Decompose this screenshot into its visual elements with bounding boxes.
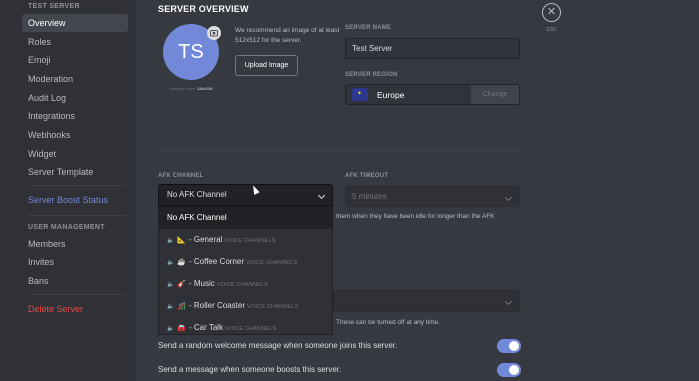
afk-timeout-label: AFK TIMEOUT bbox=[345, 173, 389, 179]
sidebar-item-widget[interactable]: Widget bbox=[22, 145, 128, 163]
afk-timeout-value: 5 minutes bbox=[352, 192, 387, 201]
boost-message-setting: Send a message when someone boosts this … bbox=[158, 365, 342, 374]
sidebar-item-delete-server[interactable]: Delete Server bbox=[22, 300, 128, 318]
region-value: Europe bbox=[377, 90, 405, 100]
section-divider bbox=[158, 150, 520, 151]
channel-emoji: 🎸 bbox=[177, 281, 186, 288]
change-region-button[interactable]: Change bbox=[471, 85, 519, 104]
sidebar-item-roles[interactable]: Roles bbox=[22, 33, 128, 51]
channel-emoji: ☕ bbox=[177, 259, 186, 266]
sidebar-item-audit-log[interactable]: Audit Log bbox=[22, 89, 128, 107]
speaker-icon: 🔈 bbox=[167, 238, 175, 244]
afk-channel-selected: No AFK Channel bbox=[167, 190, 227, 199]
channel-emoji: 🎢 bbox=[177, 303, 186, 310]
option-label: - General bbox=[189, 235, 223, 244]
notification-select[interactable] bbox=[333, 290, 520, 312]
user-management-header: USER MANAGEMENT bbox=[28, 224, 105, 231]
option-label: - Coffee Corner bbox=[189, 257, 244, 266]
server-region-label: SERVER REGION bbox=[345, 72, 398, 78]
option-label: - Car Talk bbox=[189, 323, 224, 332]
sidebar-divider bbox=[28, 185, 126, 186]
settings-sidebar: TEST SERVER Overview Roles Emoji Moderat… bbox=[0, 0, 136, 381]
option-category: VOICE CHANNELS bbox=[224, 238, 276, 244]
sidebar-item-bans[interactable]: Bans bbox=[22, 272, 128, 290]
toggle-knob bbox=[509, 365, 519, 375]
sidebar-item-overview[interactable]: Overview bbox=[22, 14, 128, 32]
sidebar-divider bbox=[28, 215, 126, 216]
speaker-icon: 🔈 bbox=[167, 260, 175, 266]
sidebar-item-invites[interactable]: Invites bbox=[22, 253, 128, 271]
afk-channel-dropdown: No AFK Channel 🔈 📐 - General VOICE CHANNELS… bbox=[158, 206, 333, 335]
notification-hint: These can be turned off at any time. bbox=[336, 319, 440, 326]
speaker-icon: 🔈 bbox=[167, 282, 175, 288]
sidebar-item-emoji[interactable]: Emoji bbox=[22, 51, 128, 69]
min-size-note: Minimum Size: 128x128 bbox=[169, 86, 213, 91]
page-title: SERVER OVERVIEW bbox=[158, 4, 249, 14]
dropdown-option[interactable]: 🔈 🎸 - Music VOICE CHANNELS bbox=[159, 273, 332, 295]
esc-label: ESC bbox=[546, 27, 557, 33]
sidebar-item-members[interactable]: Members bbox=[22, 235, 128, 253]
option-label: No AFK Channel bbox=[167, 213, 227, 222]
sidebar-item-webhooks[interactable]: Webhooks bbox=[22, 126, 128, 144]
server-name-label: SERVER NAME bbox=[345, 25, 392, 31]
eu-flag-icon: ✦ bbox=[352, 88, 368, 101]
sidebar-item-server-template[interactable]: Server Template bbox=[22, 163, 128, 181]
dropdown-option[interactable]: 🔈 📐 - General VOICE CHANNELS bbox=[159, 229, 332, 251]
server-name-header: TEST SERVER bbox=[28, 3, 80, 10]
sidebar-divider bbox=[28, 294, 126, 295]
dropdown-option[interactable]: 🔈 ☕ - Coffee Corner VOICE CHANNELS bbox=[159, 251, 332, 273]
option-category: VOICE CHANNELS bbox=[216, 282, 269, 288]
option-category: VOICE CHANNELS bbox=[246, 260, 298, 266]
option-label: - Roller Coaster bbox=[189, 301, 246, 310]
sidebar-item-boost-status[interactable]: Server Boost Status bbox=[22, 191, 128, 209]
afk-channel-select[interactable]: No AFK Channel bbox=[158, 184, 333, 206]
server-region-field: ✦ Europe Change bbox=[345, 84, 520, 105]
afk-description: them when they have been idle for longer… bbox=[336, 213, 495, 220]
afk-channel-label: AFK CHANNEL bbox=[158, 173, 204, 179]
dropdown-option[interactable]: 🔈 🚘 - Car Talk VOICE CHANNELS bbox=[159, 317, 332, 334]
sidebar-item-moderation[interactable]: Moderation bbox=[22, 70, 128, 88]
dropdown-option[interactable]: No AFK Channel bbox=[159, 207, 332, 229]
image-recommendation-text: We recommend an image of at least 512x51… bbox=[235, 27, 340, 44]
welcome-message-toggle[interactable] bbox=[497, 339, 521, 353]
dropdown-option[interactable]: 🔈 🎢 - Roller Coaster VOICE CHANNELS bbox=[159, 295, 332, 317]
speaker-icon: 🔈 bbox=[167, 326, 175, 332]
server-icon-uploader[interactable]: TS bbox=[163, 24, 221, 80]
upload-image-icon[interactable] bbox=[207, 26, 221, 40]
channel-emoji: 🚘 bbox=[177, 325, 186, 332]
sidebar-item-integrations[interactable]: Integrations bbox=[22, 107, 128, 125]
close-icon[interactable]: ✕ bbox=[542, 3, 561, 22]
speaker-icon: 🔈 bbox=[167, 304, 175, 310]
server-name-input[interactable]: Test Server bbox=[345, 38, 520, 59]
toggle-knob bbox=[509, 341, 519, 351]
boost-message-toggle[interactable] bbox=[497, 363, 521, 377]
chevron-down-icon bbox=[504, 193, 513, 202]
option-category: VOICE CHANNELS bbox=[247, 304, 299, 310]
upload-image-button[interactable]: Upload Image bbox=[235, 55, 298, 76]
channel-emoji: 📐 bbox=[177, 237, 186, 244]
chevron-down-icon bbox=[317, 191, 326, 200]
welcome-message-setting: Send a random welcome message when someo… bbox=[158, 341, 398, 350]
afk-timeout-select[interactable]: 5 minutes bbox=[345, 186, 520, 207]
chevron-down-icon bbox=[504, 297, 513, 306]
option-label: - Music bbox=[189, 279, 215, 288]
option-category: VOICE CHANNELS bbox=[225, 326, 277, 332]
